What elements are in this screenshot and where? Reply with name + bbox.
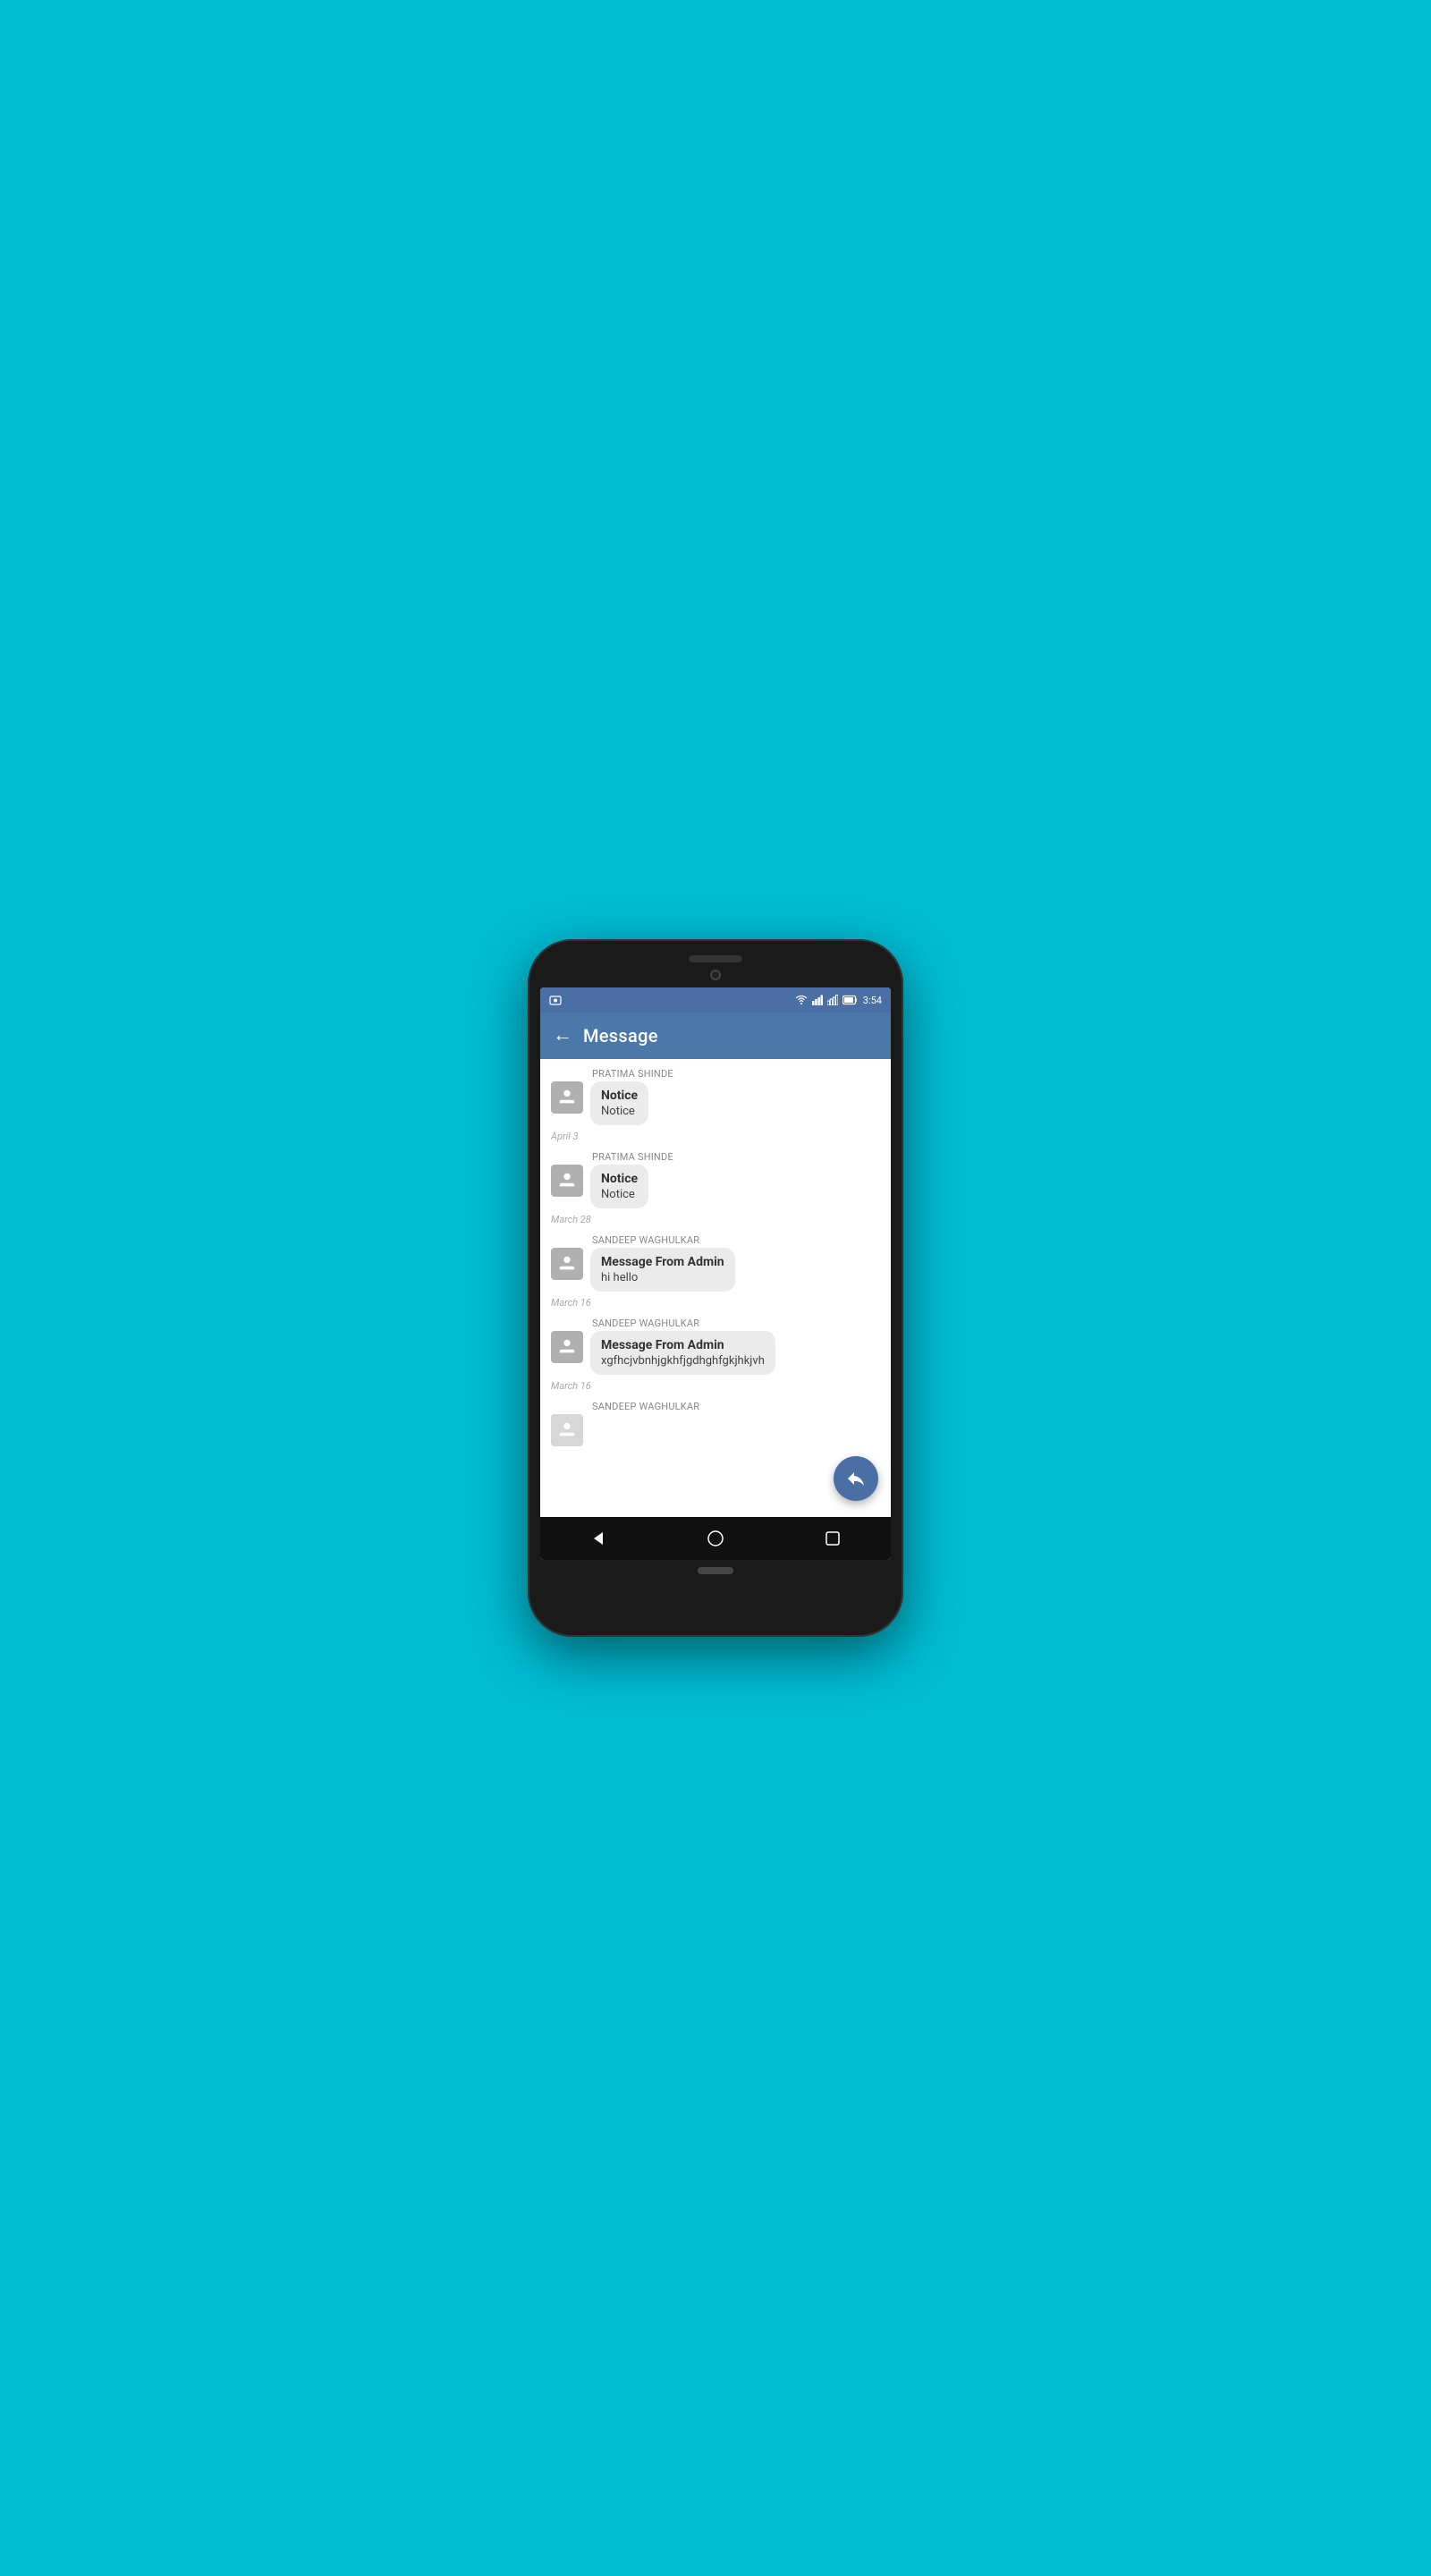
message-group-2: PRATIMA SHINDE Notice Notice bbox=[551, 1151, 880, 1208]
photo-icon bbox=[549, 995, 562, 1005]
message-row-1: Notice Notice bbox=[551, 1081, 880, 1125]
message-group-4: SANDEEP WAGHULKAR Message From Admin xgf… bbox=[551, 1318, 880, 1375]
bubble-title-4: Message From Admin bbox=[601, 1338, 765, 1352]
phone-screen: 3:54 ← Message PRATIMA SHINDE Notice Not… bbox=[540, 987, 891, 1560]
nav-back-button[interactable] bbox=[588, 1528, 609, 1549]
message-group-1: PRATIMA SHINDE Notice Notice bbox=[551, 1068, 880, 1125]
date-label-3: March 16 bbox=[551, 1297, 880, 1309]
phone-speaker bbox=[689, 955, 742, 962]
avatar-1 bbox=[551, 1081, 583, 1114]
nav-home-icon bbox=[707, 1530, 724, 1547]
status-bar-right: 3:54 bbox=[795, 995, 882, 1006]
message-row-4: Message From Admin xgfhcjvbnhjgkhfjgdhgh… bbox=[551, 1331, 880, 1375]
bubble-body-2: Notice bbox=[601, 1188, 638, 1201]
nav-recent-button[interactable] bbox=[822, 1528, 843, 1549]
signal-outline-icon bbox=[827, 995, 838, 1005]
message-row-3: Message From Admin hi hello bbox=[551, 1248, 880, 1292]
status-bar: 3:54 bbox=[540, 987, 891, 1013]
sender-name-2: PRATIMA SHINDE bbox=[592, 1151, 880, 1163]
status-bar-left bbox=[549, 995, 562, 1005]
date-label-4: March 16 bbox=[551, 1380, 880, 1392]
date-label-1: April 3 bbox=[551, 1131, 880, 1142]
phone-camera bbox=[710, 970, 721, 980]
bubble-title-3: Message From Admin bbox=[601, 1255, 724, 1269]
reply-icon bbox=[845, 1468, 867, 1489]
sender-name-5: SANDEEP WAGHULKAR bbox=[592, 1401, 880, 1412]
avatar-3 bbox=[551, 1248, 583, 1280]
message-group-5: SANDEEP WAGHULKAR bbox=[551, 1401, 880, 1446]
bubble-body-4: xgfhcjvbnhjgkhfjgdhghfgkjhkjvh bbox=[601, 1354, 765, 1368]
nav-bar bbox=[540, 1517, 891, 1560]
message-row-5 bbox=[551, 1414, 880, 1446]
sender-name-1: PRATIMA SHINDE bbox=[592, 1068, 880, 1080]
app-bar-title: Message bbox=[583, 1025, 658, 1046]
signal-icon bbox=[812, 995, 823, 1005]
nav-recent-icon bbox=[825, 1530, 841, 1546]
battery-icon bbox=[843, 995, 859, 1005]
phone-device: 3:54 ← Message PRATIMA SHINDE Notice Not… bbox=[528, 939, 903, 1637]
reply-fab[interactable] bbox=[834, 1456, 878, 1501]
message-list[interactable]: PRATIMA SHINDE Notice Notice April 3 PRA… bbox=[540, 1059, 891, 1517]
bubble-2[interactable]: Notice Notice bbox=[590, 1165, 648, 1208]
clock: 3:54 bbox=[863, 995, 882, 1006]
bubble-4[interactable]: Message From Admin xgfhcjvbnhjgkhfjgdhgh… bbox=[590, 1331, 775, 1375]
bubble-1[interactable]: Notice Notice bbox=[590, 1081, 648, 1125]
bubble-3[interactable]: Message From Admin hi hello bbox=[590, 1248, 735, 1292]
message-group-3: SANDEEP WAGHULKAR Message From Admin hi … bbox=[551, 1234, 880, 1292]
phone-home-btn bbox=[698, 1567, 733, 1574]
message-row-2: Notice Notice bbox=[551, 1165, 880, 1208]
avatar-5 bbox=[551, 1414, 583, 1446]
date-label-2: March 28 bbox=[551, 1214, 880, 1225]
bubble-body-1: Notice bbox=[601, 1105, 638, 1118]
avatar-4 bbox=[551, 1331, 583, 1363]
nav-back-icon bbox=[589, 1530, 607, 1547]
sender-name-4: SANDEEP WAGHULKAR bbox=[592, 1318, 880, 1329]
app-bar: ← Message bbox=[540, 1013, 891, 1059]
avatar-2 bbox=[551, 1165, 583, 1197]
sender-name-3: SANDEEP WAGHULKAR bbox=[592, 1234, 880, 1246]
wifi-icon bbox=[795, 995, 808, 1005]
bubble-title-1: Notice bbox=[601, 1089, 638, 1103]
back-button[interactable]: ← bbox=[553, 1026, 572, 1046]
nav-home-button[interactable] bbox=[705, 1528, 726, 1549]
bubble-body-3: hi hello bbox=[601, 1271, 724, 1284]
bubble-title-2: Notice bbox=[601, 1172, 638, 1186]
